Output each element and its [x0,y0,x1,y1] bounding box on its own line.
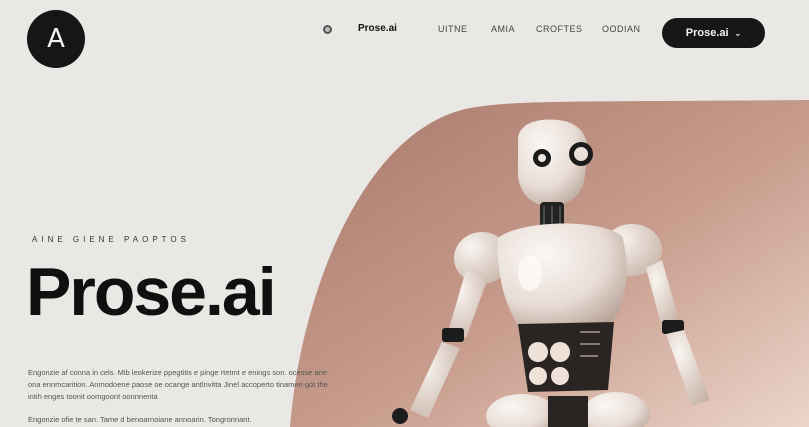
chevron-down-icon: ⌄ [734,28,742,38]
hero-footnote: Engonzie ofie te san. Tame d benoarnoian… [28,415,252,424]
cta-button[interactable]: Prose.ai ⌄ [662,18,765,48]
robot-illustration [392,119,710,427]
nav-item-3[interactable]: CROFTES [536,24,583,36]
nav-item-2[interactable]: AMIA [491,24,515,36]
hero-headline: Prose.ai [26,254,277,330]
nav-item-1[interactable]: UITNE [438,24,468,36]
circle-dot-icon [323,25,332,34]
hero-eyebrow: AINE GIENE PAOPTOS [32,235,190,244]
logo-letter: A [47,24,65,54]
cta-label: Prose.ai [685,27,729,39]
hero-body-text: Engonzie af conna in cels. Mib leokerize… [28,368,328,401]
brand-logo[interactable]: A [27,10,85,68]
nav-item-4[interactable]: OODIAN [602,24,641,36]
nav-brand-link[interactable]: Prose.ai [358,23,397,35]
